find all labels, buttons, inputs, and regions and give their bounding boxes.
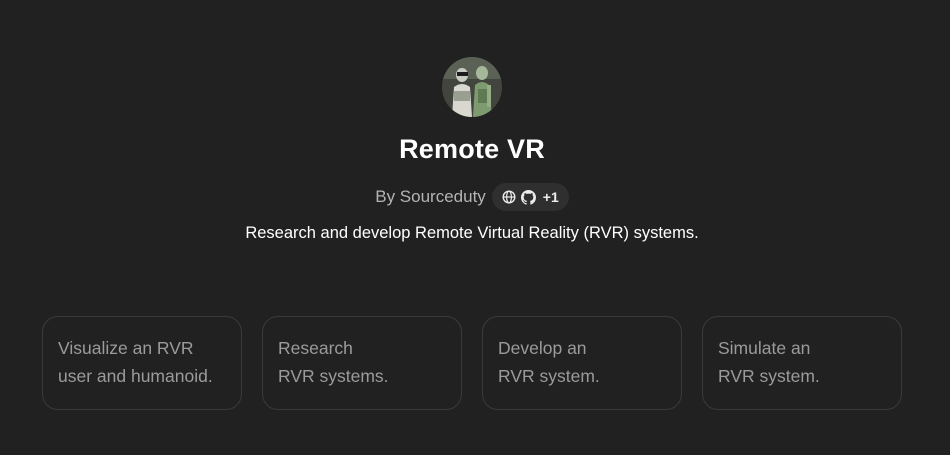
starter-text-line2: RVR system. [718,366,820,386]
starter-text-line1: Visualize an RVR [58,338,194,358]
gpt-description: Research and develop Remote Virtual Real… [245,224,699,242]
starter-card-visualize[interactable]: Visualize an RVR user and humanoid. [42,316,242,410]
starter-card-develop[interactable]: Develop an RVR system. [482,316,682,410]
gpt-title: Remote VR [399,134,545,164]
globe-icon [502,190,517,205]
starter-text-line1: Develop an [498,338,587,358]
more-links-count: +1 [542,189,559,205]
avatar-image [442,57,502,117]
starter-text-line2: user and humanoid. [58,366,213,386]
creator-links-button[interactable]: +1 [491,183,569,211]
starter-text-line1: Simulate an [718,338,811,358]
starter-text-line1: Research [278,338,353,358]
starter-text-line2: RVR system. [498,366,600,386]
starter-card-simulate[interactable]: Simulate an RVR system. [702,316,902,410]
starter-text-line2: RVR systems. [278,366,389,386]
github-icon [520,189,536,205]
gpt-landing: Remote VR By Sourceduty +1 Research and … [0,0,950,455]
gpt-avatar [442,57,502,117]
gpt-byline: By Sourceduty +1 [0,183,944,211]
conversation-starters: Visualize an RVR user and humanoid. Rese… [42,316,902,410]
starter-card-research[interactable]: Research RVR systems. [262,316,462,410]
author-label: By Sourceduty [375,187,486,206]
